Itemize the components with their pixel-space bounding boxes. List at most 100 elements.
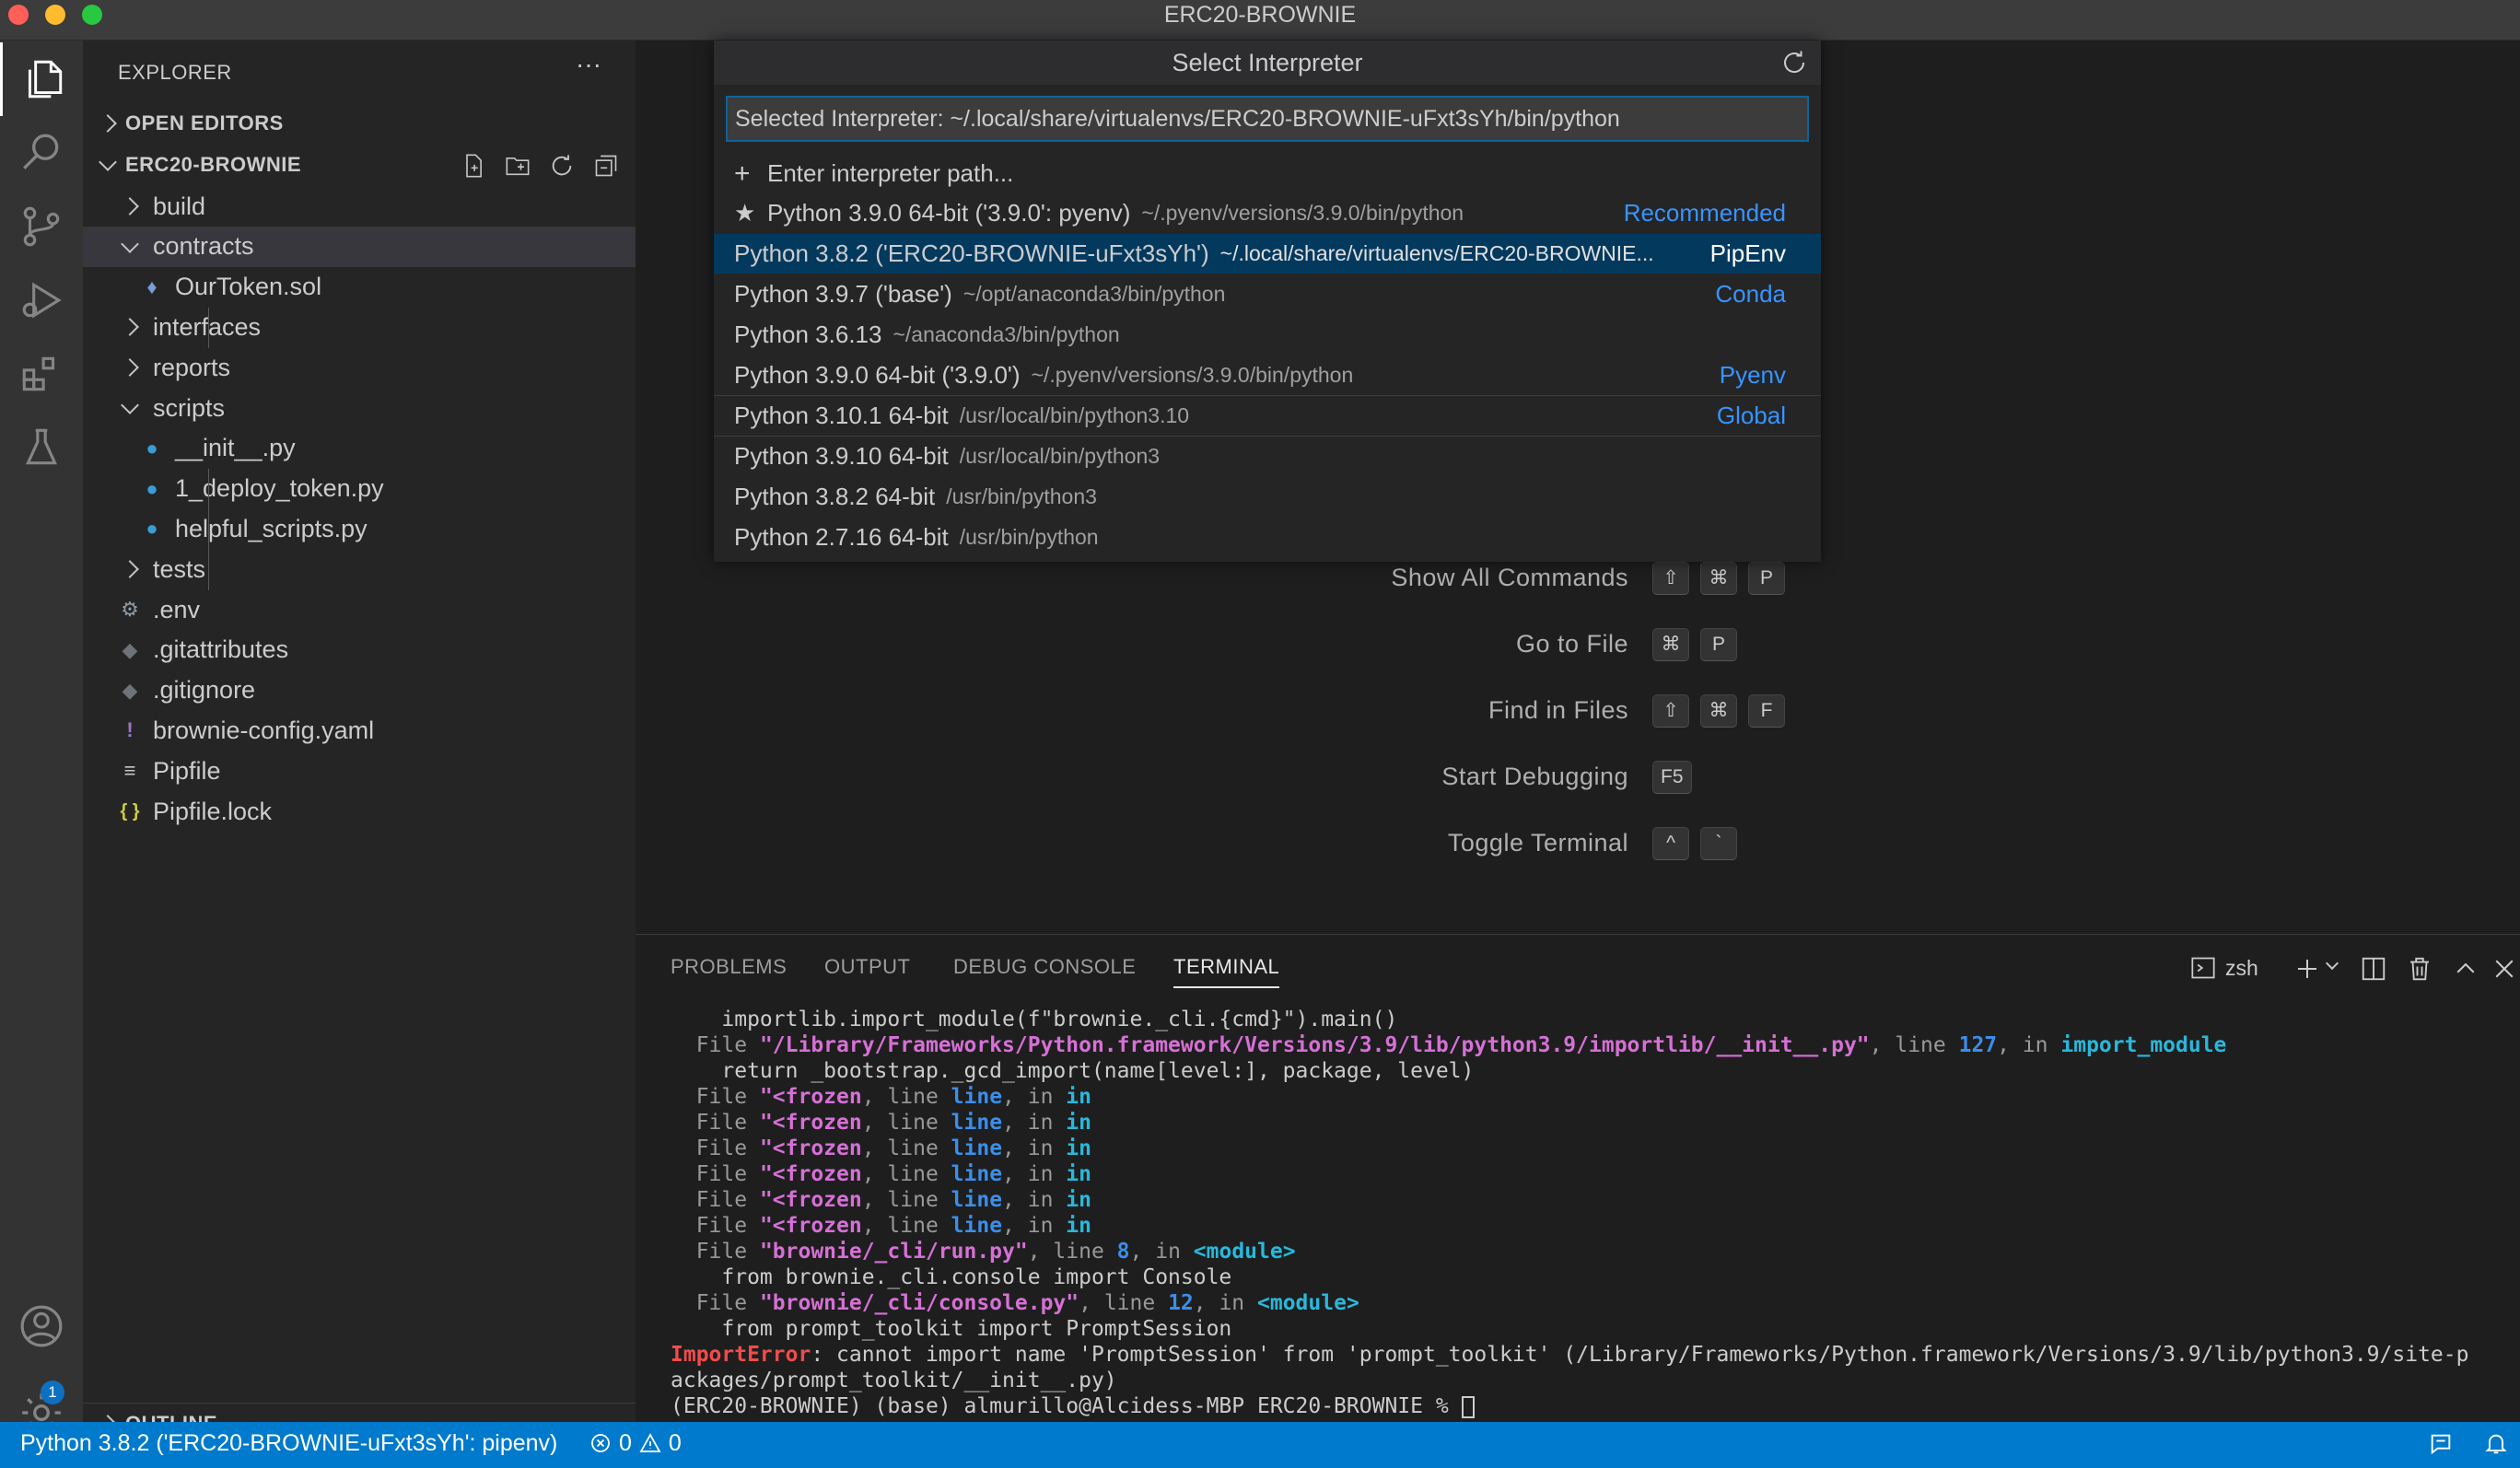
testing-icon[interactable]: [0, 411, 83, 484]
tree-item[interactable]: ● __init__.py: [83, 428, 636, 469]
notifications-bell-icon[interactable]: [2483, 1431, 2509, 1457]
tree-item[interactable]: build: [83, 186, 636, 227]
maximize-panel-icon[interactable]: [2452, 955, 2479, 983]
notification-badge: 1: [41, 1381, 64, 1404]
interpreter-item[interactable]: Python 3.9.0 64-bit ('3.9.0') ~/.pyenv/ve…: [714, 355, 1821, 395]
trash-icon[interactable]: [2406, 955, 2433, 983]
command-hint-label: Find in Files: [1488, 696, 1628, 724]
keybinding-key: P: [1748, 562, 1785, 595]
terminal-line: from prompt_toolkit import PromptSession: [671, 1317, 1232, 1341]
tree-item-label: helpful_scripts.py: [175, 514, 368, 542]
interpreter-item[interactable]: Python 3.6.13 ~/anaconda3/bin/python: [714, 315, 1821, 355]
feedback-icon[interactable]: [2428, 1431, 2454, 1457]
tab-problems[interactable]: PROBLEMS: [671, 955, 787, 979]
interpreter-path: /usr/local/bin/python3: [959, 444, 1161, 468]
tree-item-label: 1_deploy_token.py: [175, 474, 384, 503]
extensions-icon[interactable]: [0, 337, 83, 411]
open-editors-section[interactable]: OPEN EDITORS: [83, 103, 636, 144]
keybinding-key: ⌘: [1700, 562, 1737, 595]
terminal-line: File "<frozen, line line, in in: [671, 1111, 1091, 1135]
search-icon[interactable]: [0, 116, 83, 190]
yaml-file-icon: !: [126, 718, 134, 742]
git-file-icon: ◆: [122, 678, 138, 702]
terminal-line: File "<frozen, line line, in in: [671, 1162, 1091, 1186]
python-file-icon: ●: [146, 517, 158, 541]
enter-interpreter-path-item[interactable]: + Enter interpreter path...: [714, 154, 1821, 193]
tree-item[interactable]: ≡ Pipfile: [83, 751, 636, 791]
keybinding-key: `: [1700, 827, 1737, 860]
json-file-icon: { }: [120, 800, 140, 821]
tree-item[interactable]: ♦ OurToken.sol: [83, 267, 636, 308]
terminal-shell-selector[interactable]: zsh: [2190, 955, 2258, 981]
solidity-file-icon: ♦: [146, 274, 158, 298]
terminal-output[interactable]: importlib.import_module(f"brownie._cli.{…: [671, 1007, 2513, 1419]
sidebar-title: EXPLORER: [118, 61, 232, 84]
refresh-icon[interactable]: [549, 153, 575, 179]
tree-item-label: .gitattributes: [153, 635, 289, 664]
new-file-icon[interactable]: [461, 153, 486, 179]
terminal-line: File "<frozen, line line, in in: [671, 1214, 1091, 1238]
title-bar: ERC20-BROWNIE: [0, 0, 2520, 41]
python-file-icon: ●: [146, 476, 158, 500]
warning-icon: [639, 1433, 661, 1452]
tree-item[interactable]: scripts: [83, 388, 636, 428]
tree-item[interactable]: interfaces: [83, 307, 636, 347]
tree-item[interactable]: ⚙ .env: [83, 589, 636, 630]
tree-item-label: brownie-config.yaml: [153, 716, 375, 744]
interpreter-item[interactable]: Python 3.8.2 ('ERC20-BROWNIE-uFxt3sYh') ~…: [714, 234, 1821, 274]
interpreter-item[interactable]: Python 3.10.1 64-bit/usr/local/bin/pytho…: [714, 396, 1821, 436]
terminal-prompt[interactable]: (ERC20-BROWNIE) (base) almurillo@Alcides…: [671, 1393, 2513, 1419]
tree-item[interactable]: ● helpful_scripts.py: [83, 508, 636, 549]
tab-terminal[interactable]: TERMINAL: [1173, 955, 1280, 988]
interpreter-item[interactable]: Python 2.7.16 64-bit/usr/bin/python: [714, 518, 1821, 557]
interpreter-label: Python 3.9.10 64-bit: [734, 442, 949, 470]
tree-item[interactable]: { } Pipfile.lock: [83, 791, 636, 832]
chevron-right-icon: [121, 560, 139, 579]
refresh-icon[interactable]: [1780, 49, 1808, 76]
interpreter-search-input[interactable]: [726, 96, 1809, 142]
terminal-line: ImportError: cannot import name 'PromptS…: [671, 1343, 2469, 1367]
keybinding-key: ⇧: [1652, 694, 1689, 728]
tree-item[interactable]: ! brownie-config.yaml: [83, 710, 636, 751]
tab-output[interactable]: OUTPUT: [824, 955, 910, 979]
interpreter-path: ~/.pyenv/versions/3.9.0/bin/python: [1031, 363, 1354, 387]
terminal-line: from brownie._cli.console import Console: [671, 1265, 1232, 1289]
tree-item[interactable]: ● 1_deploy_token.py: [83, 469, 636, 509]
accounts-icon[interactable]: [0, 1289, 83, 1363]
text-file-icon: ≡: [123, 759, 136, 783]
source-control-icon[interactable]: [0, 190, 83, 263]
tree-item[interactable]: reports: [83, 347, 636, 388]
tree-item-label: interfaces: [153, 312, 262, 341]
interpreter-item[interactable]: Python 3.9.7 ('base') ~/opt/anaconda3/bin…: [714, 274, 1821, 314]
chevron-right-icon: [99, 114, 117, 133]
tree-item[interactable]: ◆ .gitattributes: [83, 630, 636, 670]
explorer-toolbar: [461, 153, 626, 179]
new-terminal-icon[interactable]: [2293, 955, 2321, 983]
explorer-icon[interactable]: [0, 42, 83, 116]
collapse-all-icon[interactable]: [593, 153, 619, 179]
problems-status[interactable]: 0 0: [589, 1422, 682, 1464]
python-interpreter-status[interactable]: Python 3.8.2 ('ERC20-BROWNIE-uFxt3sYh': …: [20, 1422, 557, 1464]
tree-item[interactable]: ◆ .gitignore: [83, 670, 636, 711]
terminal-line: File "<frozen, line line, in in: [671, 1188, 1091, 1212]
close-panel-icon[interactable]: [2491, 955, 2518, 983]
explorer-sidebar: EXPLORER ··· OPEN EDITORS ERC20-BROWNIE …: [83, 41, 636, 1435]
split-terminal-icon[interactable]: [2360, 955, 2387, 983]
new-folder-icon[interactable]: [505, 153, 531, 179]
chevron-down-icon[interactable]: [2325, 951, 2344, 971]
interpreter-item[interactable]: Python 3.8.2 64-bit/usr/bin/python3: [714, 477, 1821, 517]
tree-item-label: Pipfile.lock: [153, 797, 273, 825]
tree-item-label: .env: [153, 595, 201, 623]
tree-item-label: reports: [153, 353, 231, 381]
interpreter-label: Python 2.7.16 64-bit: [734, 523, 949, 551]
interpreter-label: Python 3.9.0 64-bit ('3.9.0': pyenv): [767, 199, 1131, 227]
interpreter-category-tag: Recommended: [1623, 199, 1786, 227]
tree-item[interactable]: tests: [83, 549, 636, 589]
interpreter-path: ~/anaconda3/bin/python: [892, 322, 1120, 346]
tree-item[interactable]: contracts: [83, 226, 636, 267]
more-actions-icon[interactable]: ···: [576, 50, 601, 79]
tab-debug-console[interactable]: DEBUG CONSOLE: [953, 955, 1136, 979]
run-debug-icon[interactable]: [0, 263, 83, 337]
interpreter-item[interactable]: Python 3.9.10 64-bit/usr/local/bin/pytho…: [714, 437, 1821, 476]
interpreter-item[interactable]: ★ Python 3.9.0 64-bit ('3.9.0': pyenv) ~/.…: [714, 193, 1821, 233]
